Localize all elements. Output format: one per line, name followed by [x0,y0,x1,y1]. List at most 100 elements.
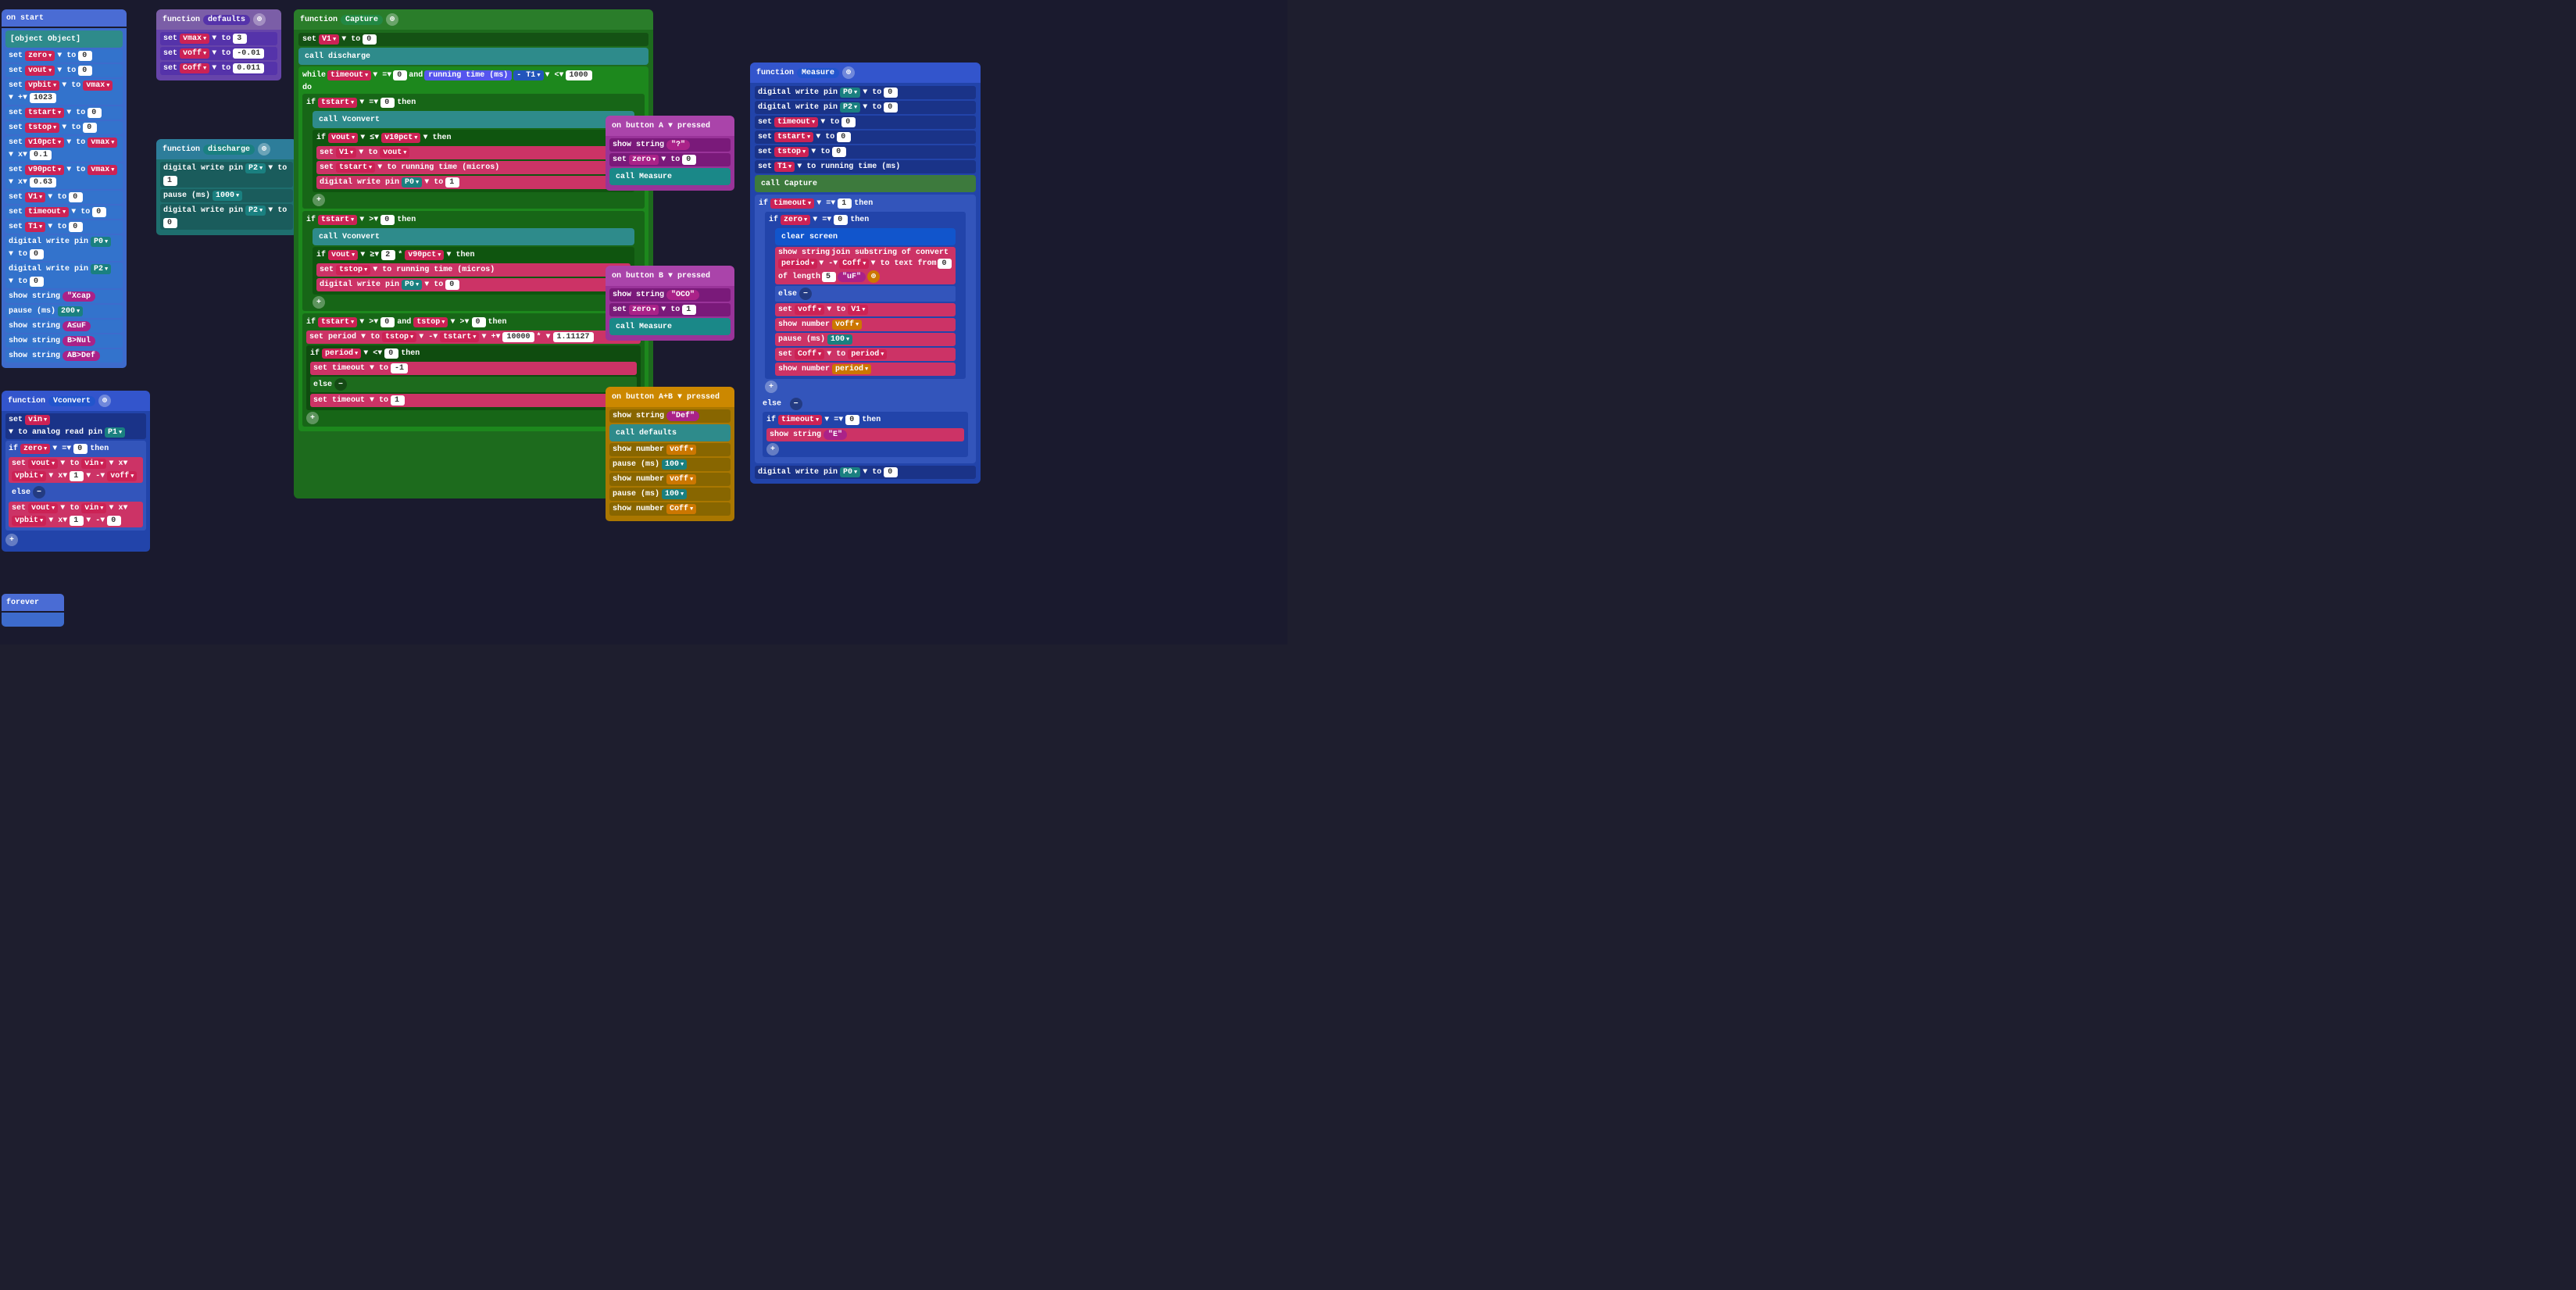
pin-p2-dw3[interactable]: P2 [245,205,266,216]
period-else-minus[interactable]: − [334,378,347,391]
pin-p1-ar[interactable]: P1 [105,427,125,438]
fn-capture-name[interactable]: Capture [341,15,383,25]
fn-discharge-name[interactable]: discharge [203,145,255,155]
v1-val1[interactable]: 0 [69,192,83,202]
vpbit-dd2[interactable]: vpbit [12,471,46,481]
val-pos1[interactable]: 1 [391,395,405,406]
vmax-dropdown2[interactable]: vmax [88,138,117,148]
zero-btn-b[interactable]: zero [629,305,659,315]
if3-plus[interactable]: + [306,412,319,424]
v10pct-dd1[interactable]: v10pct [381,133,420,143]
btn-b-str[interactable]: "OCO" [666,290,699,300]
v1-cap-dd[interactable]: V1 [319,34,339,45]
vin-dd1[interactable]: vin [81,459,106,469]
vconvert-plus[interactable]: + [5,534,18,546]
pin-p0-dw1[interactable]: P0 [91,237,111,247]
val-11127[interactable]: 1.11127 [553,332,594,342]
voff-show2[interactable]: voff [666,474,696,484]
vin-set[interactable]: vin [25,415,50,425]
p0-meas-val2[interactable]: 0 [884,467,898,477]
fn-measure-collapse[interactable]: ⊕ [842,66,855,79]
if1-plus[interactable]: + [313,194,325,206]
vout-dropdown1[interactable]: vout [25,66,55,76]
else-inner-plus[interactable]: + [766,443,779,456]
vconvert-else-minus[interactable]: − [33,486,45,498]
p2-meas-val1[interactable]: 0 [884,102,898,113]
vout-dd3[interactable]: vout [28,503,58,513]
pause-100-meas[interactable]: 100 [827,334,852,345]
e-str[interactable]: "E" [824,430,847,440]
tstop-dd2[interactable]: tstop [382,332,416,342]
timeout-while[interactable]: timeout [327,70,371,80]
tstart-val1[interactable]: 0 [88,108,102,118]
timeout-meas-1[interactable]: 1 [838,198,852,209]
period-0-1[interactable]: 0 [384,348,398,359]
vmax-val[interactable]: 3 [233,34,247,44]
pin-val3[interactable]: 1 [163,176,177,186]
tstop-0-1[interactable]: 0 [472,317,486,327]
zero-dropdown[interactable]: zero [25,51,55,61]
t1-while-dd[interactable]: - T1 [513,70,543,80]
pin-p2-dw2[interactable]: P2 [245,163,266,173]
zero-btn-a[interactable]: zero [629,155,659,165]
val-1023[interactable]: 1023 [30,93,56,103]
tstart-dropdown1[interactable]: tstart [25,108,64,118]
val-10000[interactable]: 10000 [502,332,534,342]
vin-dd2[interactable]: vin [81,503,106,513]
len-5[interactable]: 5 [822,272,836,282]
t1-val1[interactable]: 0 [69,222,83,232]
val-2[interactable]: 2 [381,250,395,260]
meas-if-plus[interactable]: + [765,381,777,393]
voff-show3[interactable]: voff [832,320,862,330]
tstop-dropdown1[interactable]: tstop [25,123,59,133]
v1-set1[interactable]: V1 [336,148,356,158]
p0-cap1[interactable]: P0 [402,177,422,188]
p2-meas1[interactable]: P2 [840,102,860,113]
while-1000[interactable]: 1000 [566,70,592,80]
btn-a-str[interactable]: "?" [666,140,690,150]
period-if1[interactable]: period [322,348,361,359]
voff-set[interactable]: voff [180,48,209,59]
tstart-dd2[interactable]: tstart [440,332,479,342]
coff-show2[interactable]: Coff [839,259,869,269]
btn-ab-str[interactable]: "Def" [666,411,699,421]
voff-meas-set[interactable]: voff [795,305,824,315]
vmax-set[interactable]: vmax [180,34,209,44]
t1-dropdown1[interactable]: T1 [25,222,45,232]
pause-100-ab2[interactable]: 100 [662,489,687,499]
val-063[interactable]: 0.63 [30,177,56,188]
tstart-0-1[interactable]: 0 [381,98,395,108]
call-defaults[interactable]: [object Object] [10,35,80,44]
timeout-meas-val[interactable]: 0 [841,117,856,127]
timeout-meas-if[interactable]: timeout [770,198,814,209]
pin-val4[interactable]: 0 [163,218,177,228]
fn-capture-collapse[interactable]: ⊕ [386,13,398,26]
pin-p2-dw1[interactable]: P2 [91,264,111,274]
voff-val[interactable]: -0.01 [233,48,264,59]
tstart-meas-val[interactable]: 0 [837,132,851,142]
val-1[interactable]: 1 [70,471,84,481]
period-show[interactable]: period [778,259,817,269]
pin-val2[interactable]: 0 [30,277,44,287]
fn-measure-name[interactable]: Measure [797,68,839,78]
zero-val2[interactable]: 0 [73,444,88,454]
vout-val1[interactable]: 0 [78,66,92,76]
v1-meas-dd[interactable]: V1 [848,305,868,315]
timeout-meas-if2[interactable]: timeout [778,415,822,425]
timeout-meas-0[interactable]: 0 [845,415,859,425]
v90pct-dropdown[interactable]: v90pct [25,165,64,175]
fn-discharge-collapse[interactable]: ⊕ [258,143,270,155]
v1-cap-val[interactable]: 0 [363,34,377,45]
zero-meas-if[interactable]: zero [781,215,810,225]
vpbit-dropdown[interactable]: vpbit [25,80,59,91]
coff-show1[interactable]: Coff [666,504,696,514]
v90pct-dd2[interactable]: v90pct [405,250,444,260]
tstop-val1[interactable]: 0 [83,123,97,133]
tstart-if1[interactable]: tstart [318,98,357,108]
show-str-plus[interactable]: ⊕ [867,270,880,283]
tstop-meas-val[interactable]: 0 [832,147,846,157]
pause-1000[interactable]: 1000 [213,191,242,201]
coff-set[interactable]: Coff [180,63,209,73]
vpbit-dd3[interactable]: vpbit [12,516,46,526]
p0-cap2[interactable]: P0 [402,280,422,290]
